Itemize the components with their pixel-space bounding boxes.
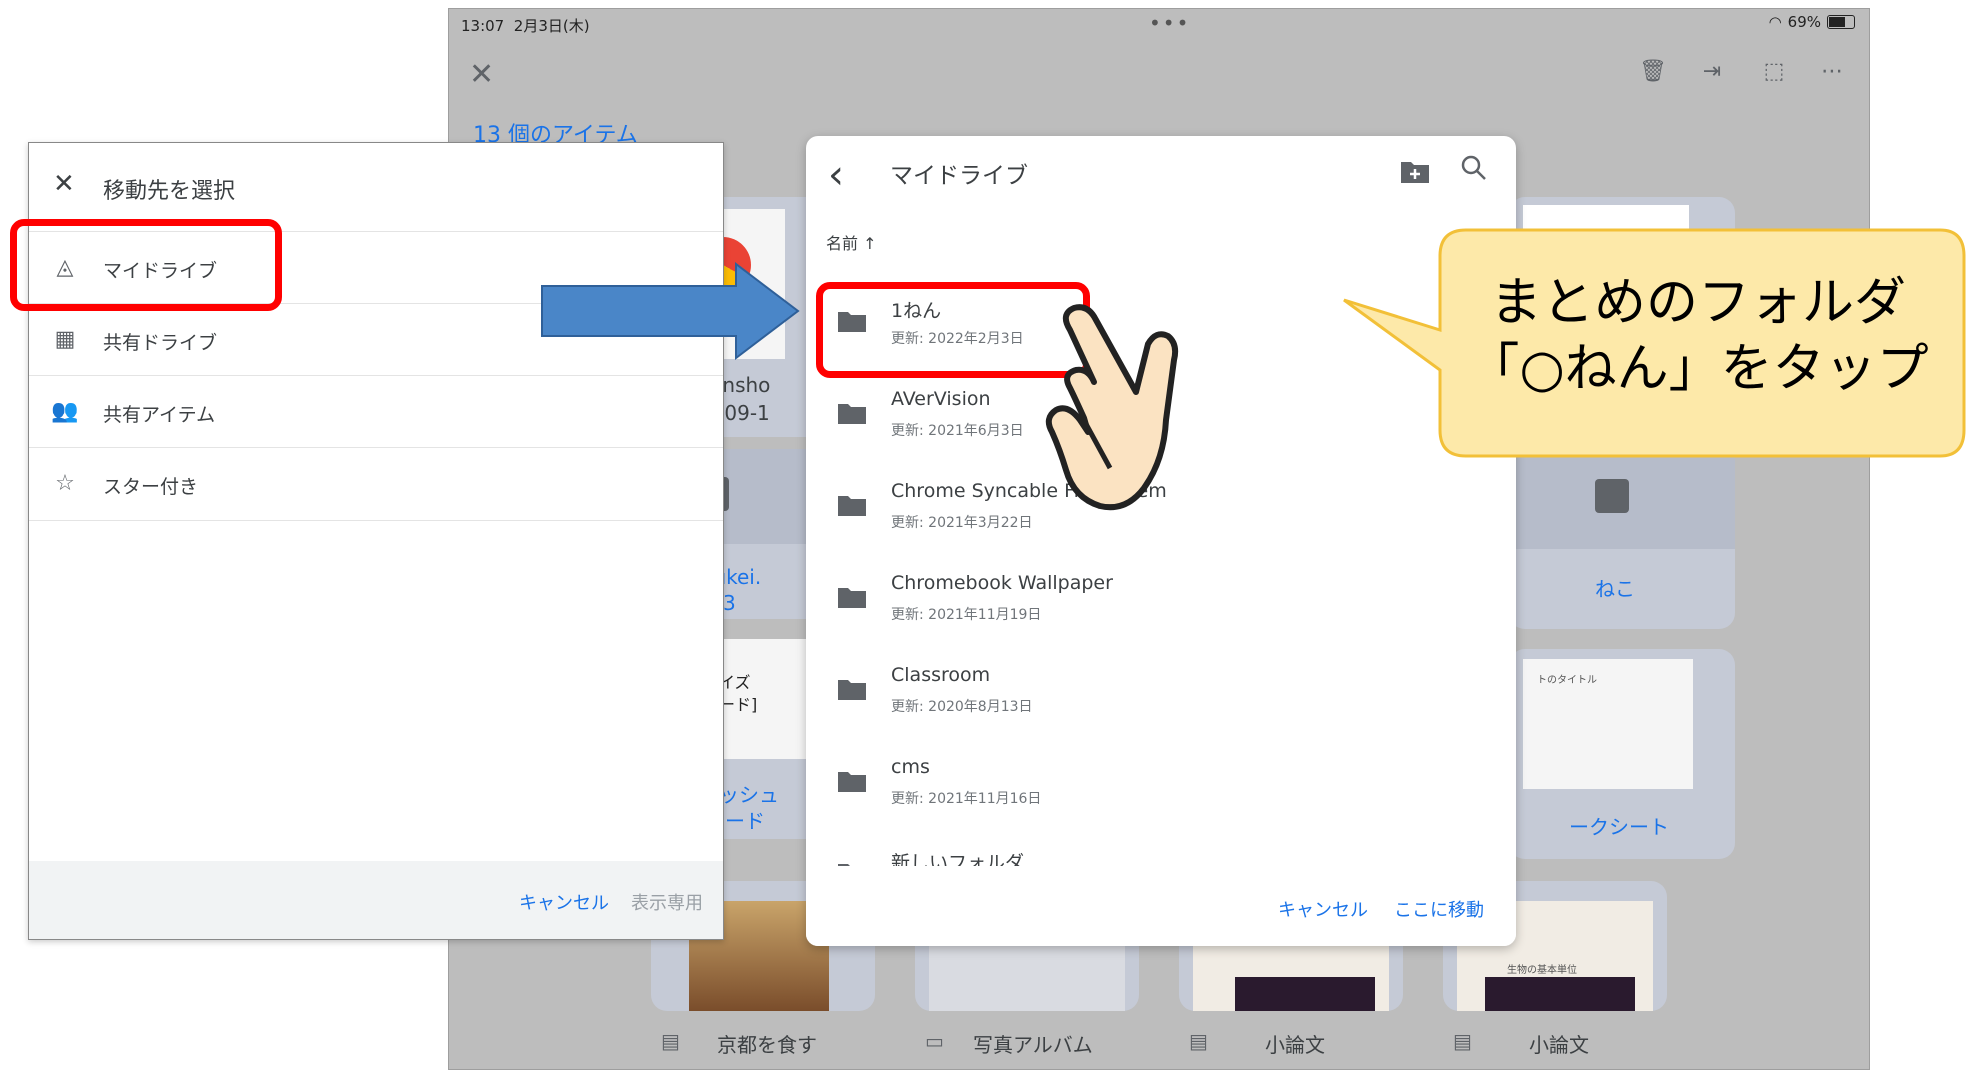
folder-icon [838,588,866,608]
status-time: 13:07 2月3日(木) [461,17,590,35]
file-card[interactable]: トのタイトル ークシート [1509,649,1735,859]
folder-date: 更新: 2021年11月16日 [891,791,1042,807]
cancel-button[interactable]: キャンセル [1278,896,1368,922]
read-only-label: 表示専用 [631,893,703,914]
file-card[interactable]: ねこ [1509,449,1735,629]
doc-icon: ▤ [1189,1029,1208,1053]
folder-row[interactable]: Classroom 更新: 2020年8月13日 [806,652,1516,744]
folder-date: 更新: 2021年3月22日 [891,515,1033,531]
file-name: 京都を食す [717,1033,817,1057]
battery-icon [1827,15,1855,29]
folder-name: AVerVision [891,388,991,410]
folder-date: 更新: 2020年8月13日 [891,699,1033,715]
folder-icon [838,404,866,424]
trash-icon[interactable]: 🗑 [1639,59,1667,85]
close-icon[interactable]: ✕ [53,169,75,199]
doc-icon: ▤ [1453,1029,1472,1053]
people-icon: 👥 [51,399,79,424]
panel-footer: キャンセル 表示専用 [29,861,723,939]
file-name: 小論文 [1529,1033,1589,1057]
file-name: 写真アルバム [973,1033,1093,1057]
battery-percent: 69% [1787,13,1821,31]
cancel-button[interactable]: キャンセル [519,889,609,915]
callout-line: まとめのフォルダ [1489,273,1906,333]
nav-item-label: 共有ドライブ [103,332,218,354]
folder-date: 更新: 2021年11月19日 [891,607,1042,623]
move-icon[interactable]: ⇥ [1699,59,1725,85]
more-icon[interactable]: ⋯ [1819,59,1845,85]
image-icon: ▭ [925,1029,944,1053]
folder-name: cms [891,756,930,778]
doc-icon: ▤ [661,1029,680,1053]
new-folder-icon[interactable] [1400,158,1430,184]
dialog-title: マイドライブ [890,163,1028,189]
wifi-icon: ◠ [1768,13,1782,31]
close-icon[interactable]: ✕ [469,57,494,92]
callout-text: まとめのフォルダ 「○ねん」をタップ [1438,270,1958,402]
folder-icon [838,496,866,516]
nav-item-starred[interactable]: ☆ スター付き [29,447,723,521]
folder-icon [838,680,866,700]
folder-name: Classroom [891,664,991,686]
back-icon[interactable]: ‹ [828,152,844,198]
thumbnail-image [1235,977,1375,1011]
panel-title: 移動先を選択 [103,179,236,204]
nav-item-label: 共有アイテム [103,404,216,426]
folder-row[interactable]: Chromebook Wallpaper 更新: 2021年11月19日 [806,560,1516,652]
select-all-icon[interactable]: ⬚ [1761,59,1787,85]
zip-icon [1595,479,1629,513]
file-name: 小論文 [1265,1033,1325,1057]
file-name: ねこ [1595,577,1635,601]
folder-icon [838,772,866,792]
nav-item-label: スター付き [103,476,199,498]
thumbnail-image [1485,977,1635,1011]
nav-item-shared-with-me[interactable]: 👥 共有アイテム [29,375,723,448]
file-name: ークシート [1569,815,1669,839]
dialog-footer: キャンセル ここに移動 [806,866,1516,946]
sort-by-name[interactable]: 名前 ↑ [826,230,877,254]
status-right: ◠ 69% [1769,13,1855,31]
file-name: 3 [723,591,736,615]
folder-date: 更新: 2021年6月3日 [891,423,1024,439]
tap-hand-icon [1045,304,1179,511]
arrow-right-icon [541,262,800,360]
star-icon: ☆ [55,471,75,496]
multitask-dots[interactable]: ••• [1149,11,1190,35]
thumbnail-text: 生物の基本単位 [1507,965,1577,976]
callout-line: 「○ねん」をタップ [1467,339,1929,399]
folder-name: Chromebook Wallpaper [891,572,1113,594]
move-here-button[interactable]: ここに移動 [1394,896,1484,922]
highlight-box [10,219,282,311]
shared-drive-icon: ▦ [54,327,76,352]
search-icon[interactable] [1460,154,1488,182]
thumbnail-text: トのタイトル [1537,675,1597,686]
folder-row[interactable]: cms 更新: 2021年11月16日 [806,744,1516,836]
